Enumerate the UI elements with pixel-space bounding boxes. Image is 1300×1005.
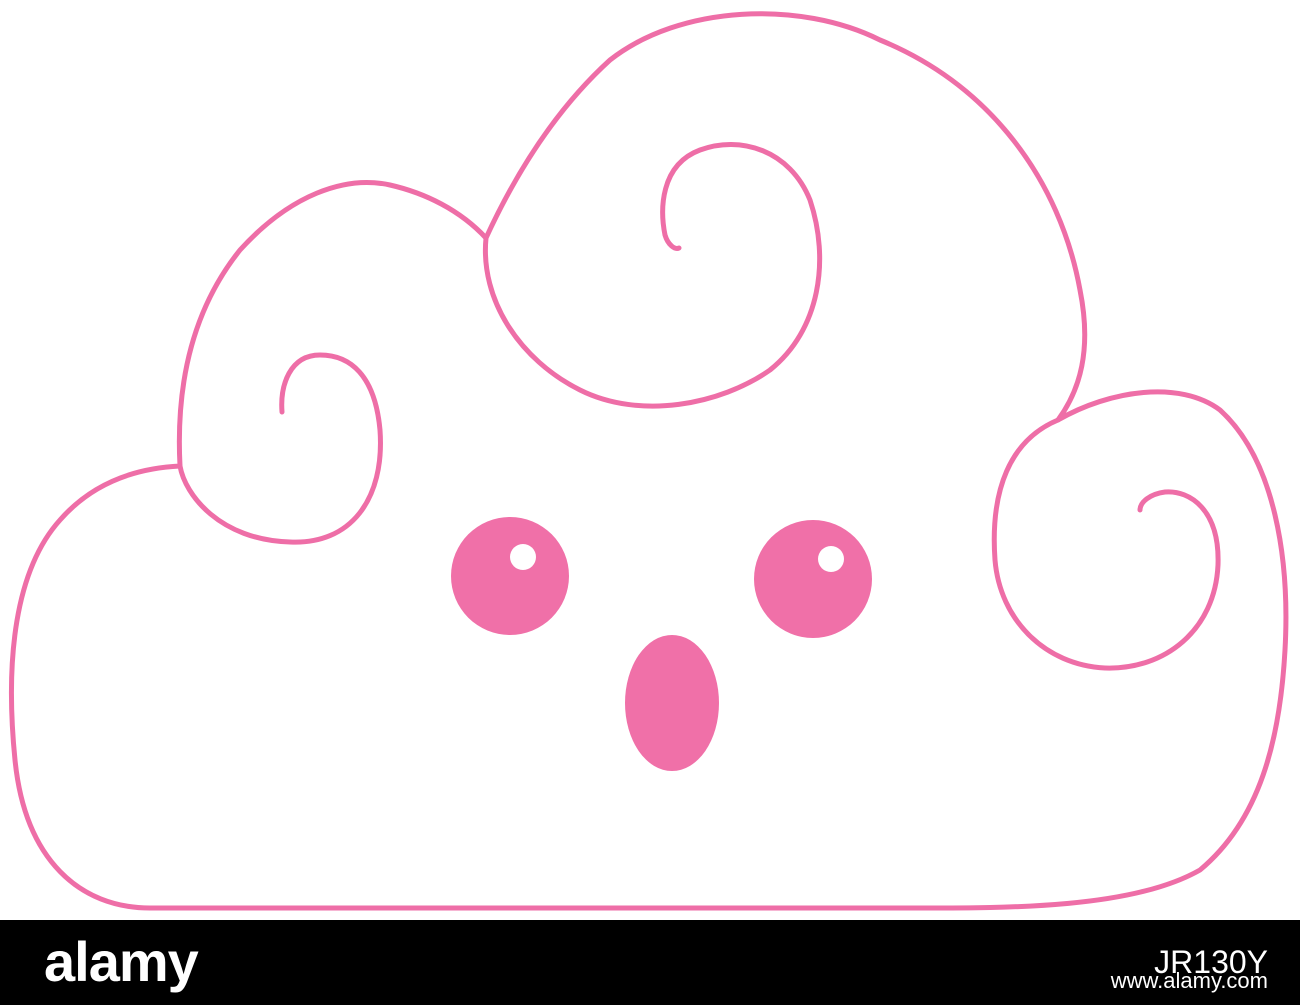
right-eye-highlight bbox=[818, 546, 844, 572]
swirl-right bbox=[991, 417, 1221, 671]
site-url-label: www.alamy.com bbox=[1110, 968, 1268, 993]
swirl-left bbox=[177, 352, 383, 545]
right-eye bbox=[754, 520, 872, 638]
cloud-illustration bbox=[0, 0, 1300, 920]
brand-logo: alamy bbox=[44, 930, 199, 993]
surprised-mouth bbox=[625, 635, 719, 771]
swirl-top bbox=[482, 141, 823, 409]
cloud-outline bbox=[8, 11, 1289, 911]
watermark-footer-bar: alamy JR130Y www.alamy.com bbox=[0, 920, 1300, 1005]
left-eye bbox=[451, 517, 569, 635]
cloud-character-svg bbox=[8, 11, 1289, 911]
left-eye-highlight bbox=[510, 544, 536, 570]
